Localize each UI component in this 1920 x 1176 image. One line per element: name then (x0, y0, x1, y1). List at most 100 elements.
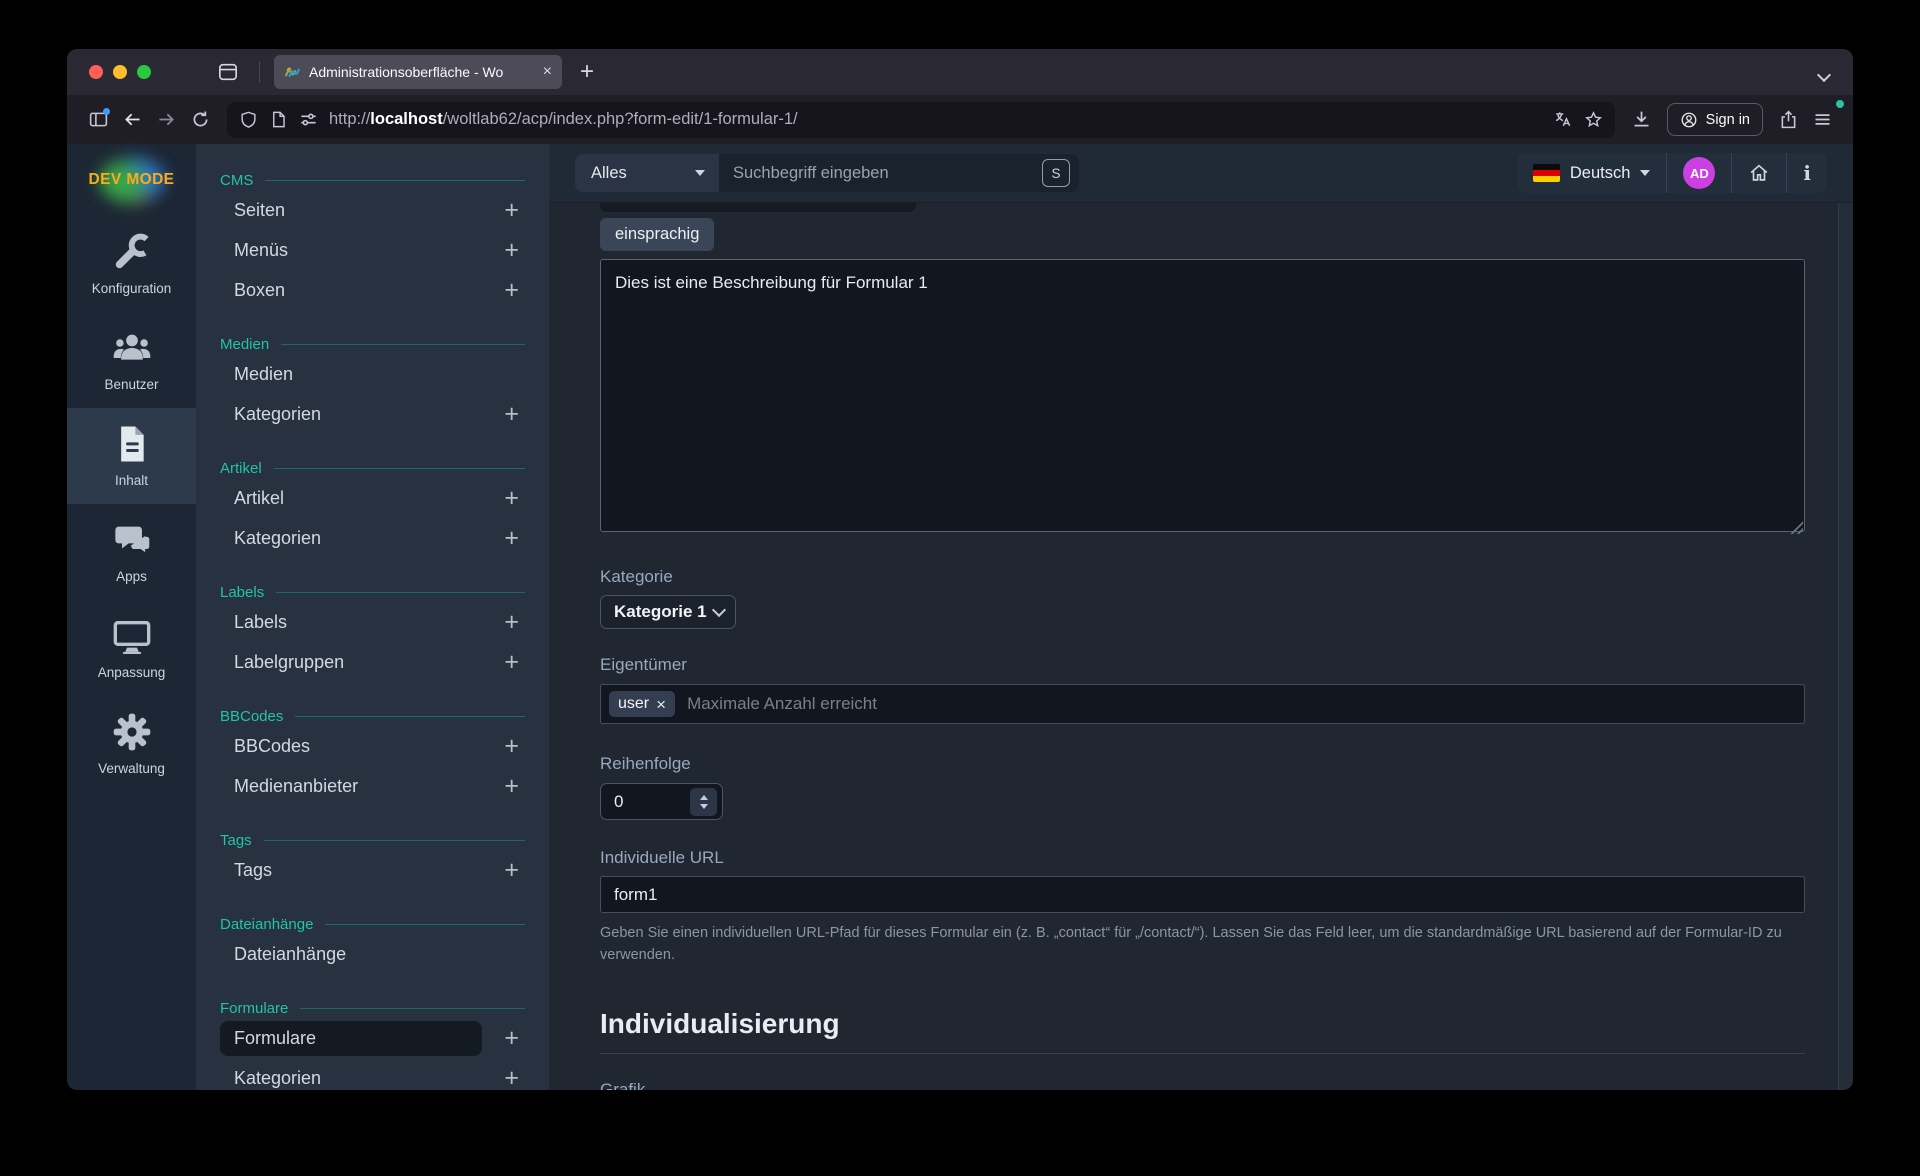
tab-close-icon[interactable]: × (543, 64, 552, 80)
add-icon[interactable]: + (504, 650, 519, 675)
description-textarea[interactable] (600, 259, 1805, 532)
content-sidebar: CMS Seiten + Menüs + Boxen + Medien Medi… (196, 144, 549, 1090)
shield-icon[interactable] (239, 110, 258, 129)
kategorie-select[interactable]: Kategorie 1 (600, 595, 736, 629)
comments-icon (112, 520, 152, 560)
menu-hamburger-icon[interactable] (1805, 103, 1839, 137)
add-icon[interactable]: + (504, 1066, 519, 1091)
add-icon[interactable]: + (504, 610, 519, 635)
user-menu[interactable]: AD (1666, 153, 1731, 193)
browser-tab[interactable]: Administrationsoberfläche - Wo × (274, 55, 562, 89)
forward-button[interactable] (149, 103, 183, 137)
add-icon[interactable]: + (504, 526, 519, 551)
add-icon[interactable]: + (504, 486, 519, 511)
search-scope-select[interactable]: Alles (575, 154, 719, 192)
sidebar-toggle-icon[interactable] (81, 103, 115, 137)
minimize-window-button[interactable] (113, 65, 127, 79)
tab-title: Administrationsoberfläche - Wo (309, 64, 535, 80)
sidebar-item-artikel-kategorien[interactable]: Kategorien + (220, 518, 525, 558)
sidebar-item-medienanbieter[interactable]: Medienanbieter + (220, 766, 525, 806)
sidebar-section-artikel: Artikel (220, 458, 525, 478)
add-icon[interactable]: + (504, 238, 519, 263)
tab-list-chevron-icon[interactable] (1819, 67, 1829, 85)
titlebar-separator (259, 61, 260, 83)
reihenfolge-label: Reihenfolge (600, 754, 1805, 774)
downloads-icon[interactable] (1625, 103, 1659, 137)
signin-button[interactable]: Sign in (1667, 103, 1763, 136)
sidebar-item-formulare-kategorien[interactable]: Kategorien + (220, 1058, 525, 1090)
close-window-button[interactable] (89, 65, 103, 79)
gear-icon (112, 712, 152, 752)
macos-window-controls (89, 65, 151, 79)
browser-toolbar: http://localhost/woltlab62/acp/index.php… (67, 95, 1853, 144)
individuelle-url-input[interactable] (600, 876, 1805, 913)
eigentuemer-label: Eigentümer (600, 655, 1805, 675)
zoom-window-button[interactable] (137, 65, 151, 79)
rail-item-inhalt[interactable]: Inhalt (67, 408, 196, 504)
reihenfolge-field[interactable] (600, 783, 723, 820)
firefox-view-icon[interactable] (211, 57, 245, 87)
dev-mode-badge: DEV MODE (67, 144, 196, 216)
chevron-down-icon (695, 170, 705, 176)
url-bar[interactable]: http://localhost/woltlab62/acp/index.php… (227, 102, 1615, 138)
rail-item-konfiguration[interactable]: Konfiguration (67, 216, 196, 312)
rail-item-apps[interactable]: Apps (67, 504, 196, 600)
sidebar-item-medien[interactable]: Medien (220, 354, 525, 394)
sidebar-item-seiten[interactable]: Seiten + (220, 190, 525, 230)
acp-header-controls: Deutsch AD i (1517, 153, 1827, 193)
add-icon[interactable]: + (504, 402, 519, 427)
grafik-label: Grafik (600, 1080, 1805, 1090)
add-icon[interactable]: + (504, 858, 519, 883)
permissions-toggles-icon[interactable] (299, 110, 318, 129)
sidebar-section-formulare: Formulare (220, 998, 525, 1018)
search-input[interactable] (719, 164, 1042, 183)
translate-icon[interactable] (1553, 110, 1572, 129)
reload-button[interactable] (183, 103, 217, 137)
frontend-home-button[interactable] (1731, 153, 1786, 193)
back-button[interactable] (115, 103, 149, 137)
sidebar-item-bbcodes[interactable]: BBCodes + (220, 726, 525, 766)
sidebar-item-tags[interactable]: Tags + (220, 850, 525, 890)
info-button[interactable]: i (1786, 153, 1827, 193)
sidebar-item-medien-kategorien[interactable]: Kategorien + (220, 394, 525, 434)
sidebar-item-formulare[interactable]: Formulare + (220, 1018, 525, 1058)
bookmark-star-icon[interactable] (1584, 110, 1603, 129)
new-tab-button[interactable]: + (580, 58, 594, 86)
sidebar-item-artikel[interactable]: Artikel + (220, 478, 525, 518)
owner-token-input[interactable]: user × Maximale Anzahl erreicht (600, 684, 1805, 724)
add-icon[interactable]: + (504, 734, 519, 759)
language-select[interactable]: Deutsch (1517, 153, 1667, 193)
owner-chip[interactable]: user × (609, 691, 675, 717)
main-region: Alles S Deutsch AD (549, 144, 1853, 1090)
step-down-icon[interactable] (700, 804, 708, 809)
remove-chip-icon[interactable]: × (656, 696, 666, 713)
rail-item-benutzer[interactable]: Benutzer (67, 312, 196, 408)
add-icon[interactable]: + (504, 774, 519, 799)
chevron-down-icon (1640, 170, 1650, 176)
sidebar-item-labels[interactable]: Labels + (220, 602, 525, 642)
woltlab-favicon (284, 64, 301, 81)
reihenfolge-input[interactable] (601, 792, 674, 812)
sidebar-item-dateianhaenge[interactable]: Dateianhänge (220, 934, 525, 974)
number-stepper[interactable] (690, 788, 717, 816)
acp-search[interactable]: Alles S (575, 154, 1079, 192)
sidebar-item-labelgruppen[interactable]: Labelgruppen + (220, 642, 525, 682)
step-up-icon[interactable] (700, 795, 708, 800)
add-icon[interactable]: + (504, 278, 519, 303)
browser-window: Administrationsoberfläche - Wo × + (67, 49, 1853, 1090)
sidebar-section-labels: Labels (220, 582, 525, 602)
add-icon[interactable]: + (504, 1026, 519, 1051)
info-icon: i (1803, 161, 1811, 185)
add-icon[interactable]: + (504, 198, 519, 223)
url-text[interactable]: http://localhost/woltlab62/acp/index.php… (329, 110, 1542, 129)
main-nav-rail: DEV MODE Konfiguration Benutzer (67, 144, 196, 1090)
rail-item-anpassung[interactable]: Anpassung (67, 600, 196, 696)
sidebar-section-medien: Medien (220, 334, 525, 354)
page-scrollbar[interactable] (1838, 203, 1853, 1090)
rail-item-verwaltung[interactable]: Verwaltung (67, 696, 196, 792)
avatar[interactable]: AD (1683, 157, 1715, 189)
sidebar-item-menues[interactable]: Menüs + (220, 230, 525, 270)
page-info-icon[interactable] (269, 110, 288, 129)
sidebar-item-boxen[interactable]: Boxen + (220, 270, 525, 310)
share-icon[interactable] (1771, 103, 1805, 137)
